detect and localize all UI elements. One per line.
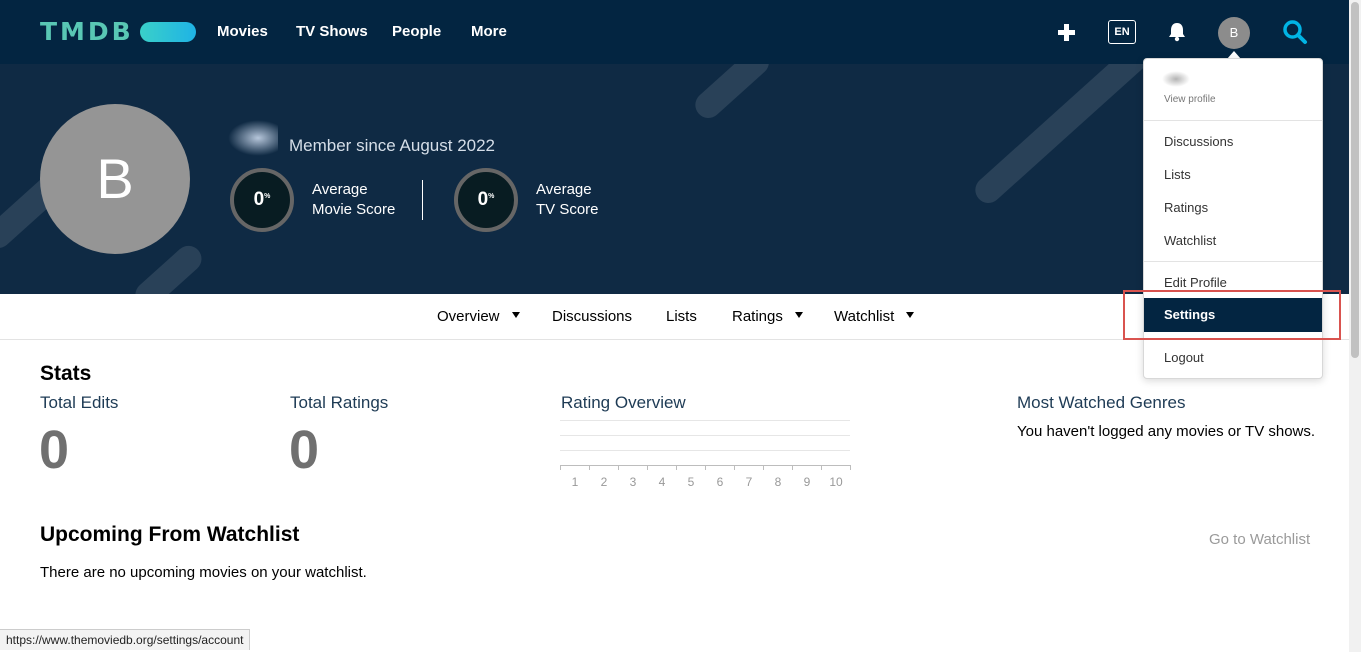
chart-tick bbox=[763, 465, 764, 470]
logo-pill-shape bbox=[139, 22, 196, 42]
most-watched-empty-text: You haven't logged any movies or TV show… bbox=[1017, 423, 1316, 440]
logo-text: TMDB bbox=[40, 17, 134, 46]
subnav-watchlist[interactable]: Watchlist bbox=[834, 308, 915, 325]
search-icon[interactable] bbox=[1282, 19, 1308, 45]
decorative-stripe bbox=[690, 64, 775, 124]
go-to-watchlist-link[interactable]: Go to Watchlist bbox=[1209, 531, 1310, 548]
dropdown-discussions[interactable]: Discussions bbox=[1164, 134, 1233, 149]
chart-tick-label: 5 bbox=[687, 475, 695, 489]
movie-score-label-line1: Average bbox=[312, 181, 368, 198]
chart-tick bbox=[676, 465, 677, 470]
chart-tick bbox=[647, 465, 648, 470]
settings-highlight-box bbox=[1123, 290, 1341, 340]
caret-down-icon bbox=[794, 312, 803, 319]
dropdown-edit-profile[interactable]: Edit Profile bbox=[1164, 275, 1227, 290]
nav-tv-shows[interactable]: TV Shows bbox=[296, 22, 368, 42]
dropdown-divider bbox=[1144, 261, 1322, 262]
movie-score-ring: 0% bbox=[230, 168, 294, 232]
dropdown-ratings[interactable]: Ratings bbox=[1164, 200, 1208, 215]
subnav-ratings-label: Ratings bbox=[732, 308, 783, 325]
chart-tick-label: 4 bbox=[658, 475, 666, 489]
dropdown-watchlist[interactable]: Watchlist bbox=[1164, 233, 1216, 248]
movie-score-label-line2: Movie Score bbox=[312, 201, 396, 218]
chart-tick bbox=[850, 465, 851, 470]
movie-score-value: 0 bbox=[253, 189, 265, 210]
tv-score-value: 0 bbox=[477, 189, 489, 210]
tv-score-label-line2: TV Score bbox=[536, 201, 599, 218]
nav-movies[interactable]: Movies bbox=[217, 22, 268, 42]
rating-overview-title: Rating Overview bbox=[561, 393, 686, 412]
dropdown-lists[interactable]: Lists bbox=[1164, 167, 1191, 182]
chart-tick-label: 9 bbox=[803, 475, 811, 489]
chart-tick-label: 3 bbox=[629, 475, 637, 489]
chart-tick bbox=[734, 465, 735, 470]
most-watched-genres-title: Most Watched Genres bbox=[1017, 393, 1186, 412]
chart-tick bbox=[705, 465, 706, 470]
chart-tick bbox=[618, 465, 619, 470]
chart-tick-label: 8 bbox=[774, 475, 782, 489]
language-button[interactable]: EN bbox=[1108, 20, 1136, 44]
stats-heading: Stats bbox=[40, 362, 92, 385]
decorative-stripe bbox=[970, 64, 1166, 209]
tv-score-label: Average TV Score bbox=[536, 180, 599, 220]
total-edits-value: 0 bbox=[39, 420, 70, 480]
upcoming-heading: Upcoming From Watchlist bbox=[40, 523, 300, 546]
dropdown-divider bbox=[1144, 120, 1322, 121]
chart-tick-label: 7 bbox=[745, 475, 753, 489]
rating-overview-chart bbox=[560, 420, 851, 470]
chart-tick bbox=[560, 465, 561, 470]
chart-gridline bbox=[560, 435, 850, 436]
tmdb-logo[interactable]: TMDB bbox=[40, 18, 196, 46]
bell-icon[interactable] bbox=[1168, 22, 1186, 42]
dropdown-logout[interactable]: Logout bbox=[1164, 350, 1204, 365]
chart-gridline bbox=[560, 450, 850, 451]
chart-tick bbox=[589, 465, 590, 470]
username-redacted bbox=[228, 120, 278, 156]
score-divider bbox=[422, 180, 423, 220]
caret-down-icon bbox=[906, 312, 915, 319]
subnav-overview[interactable]: Overview bbox=[437, 308, 520, 325]
total-ratings-value: 0 bbox=[289, 420, 320, 480]
percent-sign: % bbox=[488, 192, 495, 200]
profile-avatar: B bbox=[40, 104, 190, 254]
status-bar-url: https://www.themoviedb.org/settings/acco… bbox=[0, 629, 251, 650]
subnav-discussions[interactable]: Discussions bbox=[552, 308, 632, 325]
movie-score-label: Average Movie Score bbox=[312, 180, 395, 220]
chart-tick-label: 6 bbox=[716, 475, 724, 489]
total-ratings-label: Total Ratings bbox=[290, 393, 389, 412]
scrollbar-thumb[interactable] bbox=[1351, 2, 1359, 358]
nav-more[interactable]: More bbox=[471, 22, 507, 42]
chart-tick-label: 10 bbox=[829, 475, 843, 489]
chart-gridline bbox=[560, 420, 850, 421]
chart-tick bbox=[821, 465, 822, 470]
caret-down-icon bbox=[511, 312, 520, 319]
nav-people[interactable]: People bbox=[392, 22, 441, 42]
subnav-overview-label: Overview bbox=[437, 308, 500, 325]
tv-score-label-line1: Average bbox=[536, 181, 592, 198]
chart-tick-label: 2 bbox=[600, 475, 608, 489]
chart-tick bbox=[792, 465, 793, 470]
total-edits-label: Total Edits bbox=[40, 393, 119, 412]
percent-sign: % bbox=[264, 192, 271, 200]
user-avatar-button[interactable]: B bbox=[1218, 17, 1250, 49]
subnav-ratings[interactable]: Ratings bbox=[732, 308, 803, 325]
upcoming-empty-text: There are no upcoming movies on your wat… bbox=[40, 564, 367, 581]
tv-score-ring: 0% bbox=[454, 168, 518, 232]
plus-icon[interactable] bbox=[1058, 24, 1075, 41]
top-navigation: TMDB Movies TV Shows People More EN B bbox=[0, 0, 1349, 64]
dropdown-username-redacted bbox=[1162, 71, 1190, 87]
chart-tick-label: 1 bbox=[571, 475, 579, 489]
vertical-scrollbar[interactable] bbox=[1349, 0, 1361, 652]
view-profile-link[interactable]: View profile bbox=[1164, 94, 1216, 105]
subnav-lists[interactable]: Lists bbox=[666, 308, 697, 325]
subnav-watchlist-label: Watchlist bbox=[834, 308, 895, 325]
member-since-text: Member since August 2022 bbox=[289, 136, 496, 155]
